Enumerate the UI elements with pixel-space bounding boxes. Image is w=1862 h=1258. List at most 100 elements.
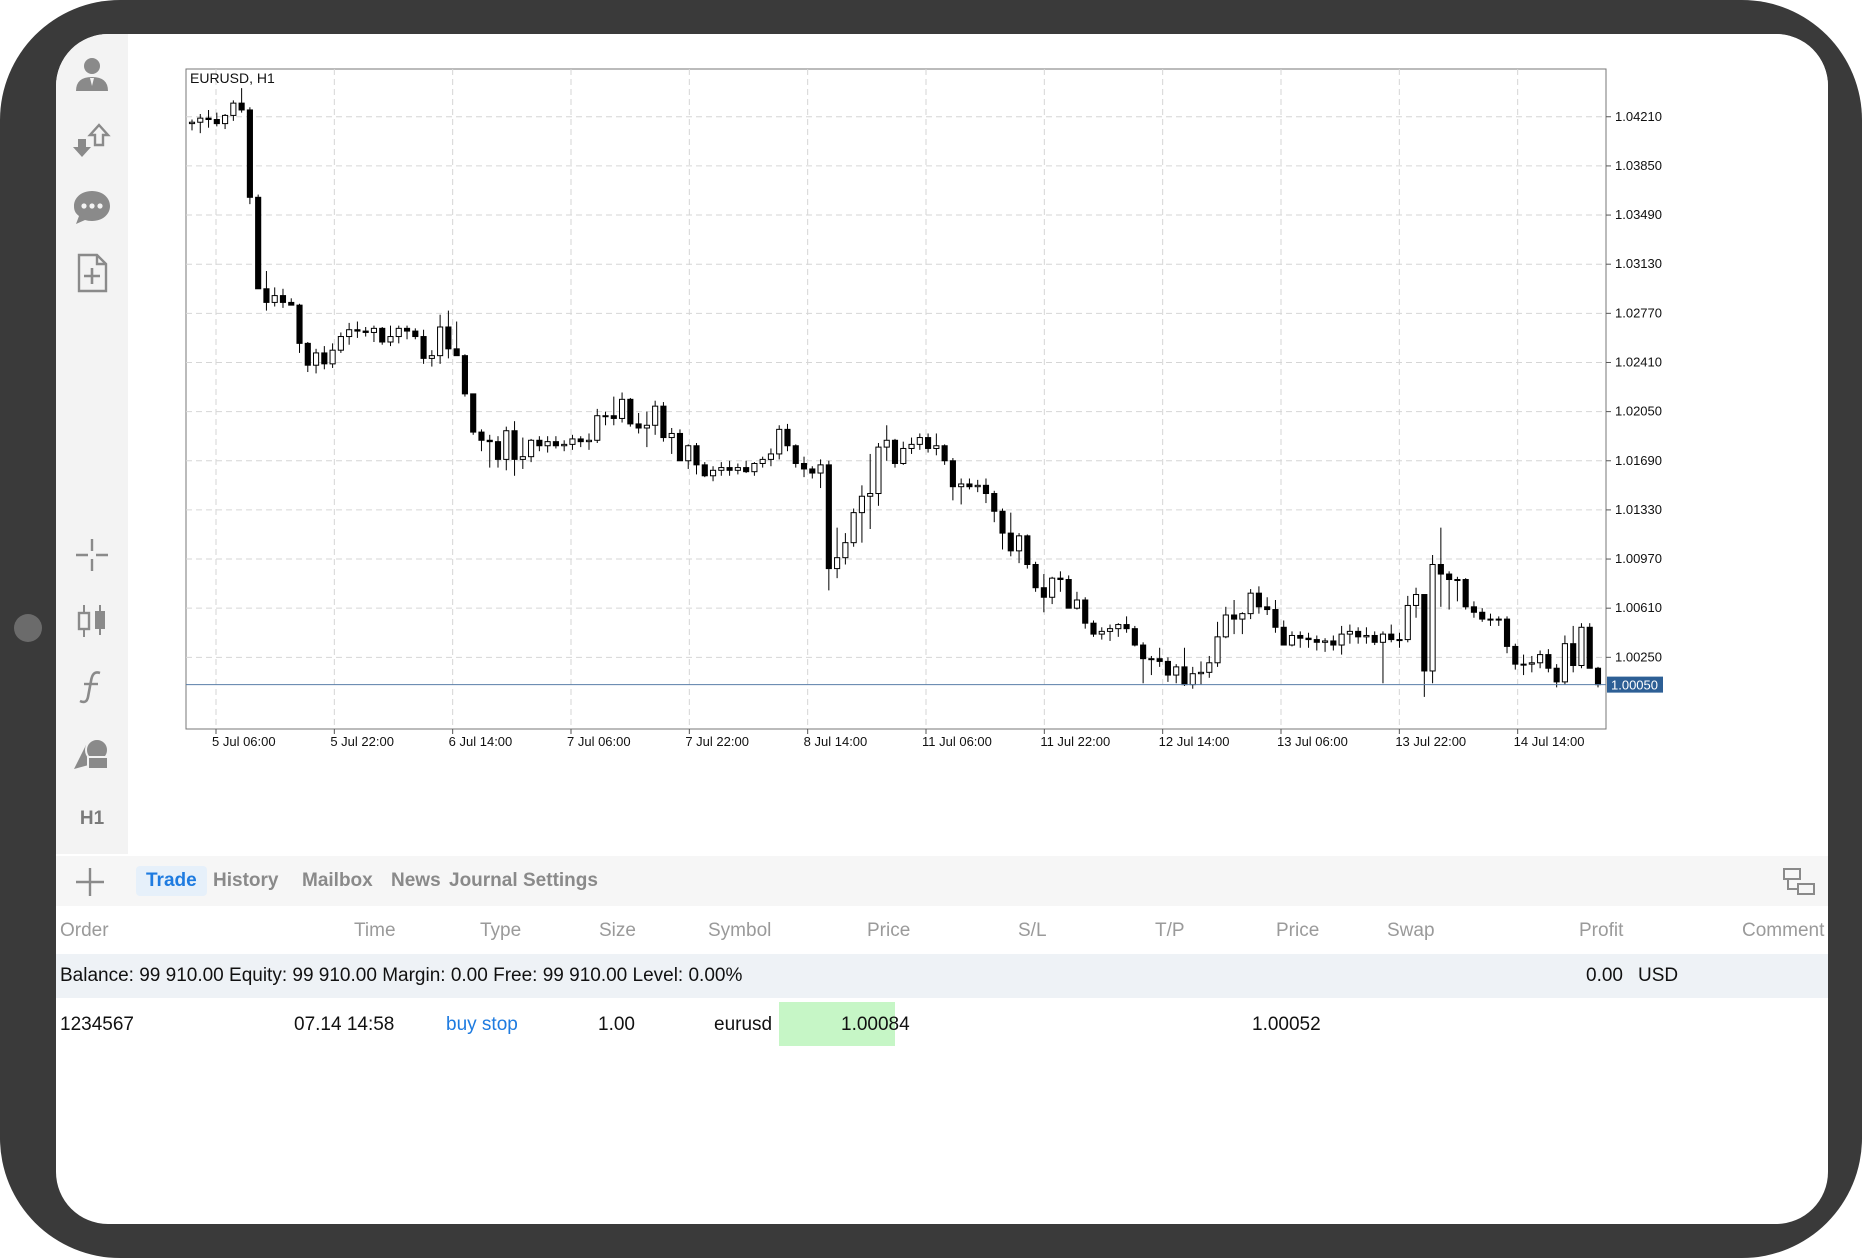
candle-body	[1586, 626, 1593, 669]
candle-body	[1123, 624, 1130, 630]
tab-settings[interactable]: Settings	[513, 866, 608, 896]
candle-body	[552, 441, 559, 447]
candle-body	[1470, 606, 1478, 613]
candle-body	[1222, 614, 1229, 638]
new-document-icon[interactable]	[64, 248, 120, 298]
col-size[interactable]: Size	[599, 920, 636, 942]
candle-body	[1206, 662, 1213, 673]
home-button[interactable]	[14, 614, 42, 642]
col-price[interactable]: Price	[867, 920, 910, 942]
x-axis-label: 11 Jul 06:00	[922, 734, 992, 749]
col-comment[interactable]: Comment	[1742, 920, 1824, 942]
function-icon[interactable]	[64, 662, 120, 712]
objects-icon[interactable]	[64, 728, 120, 778]
y-axis-label: 1.04210	[1615, 109, 1662, 124]
candle-body	[263, 288, 270, 303]
candle	[1462, 578, 1469, 610]
candle-body	[1437, 563, 1444, 575]
candle-body	[718, 467, 725, 471]
candle-body	[1156, 658, 1163, 662]
table-header: Order Time Type Size Symbol Price S/L T/…	[56, 912, 1828, 952]
candle-body	[966, 483, 973, 488]
candle-body	[1305, 637, 1312, 641]
candle-body	[1164, 660, 1171, 676]
y-axis-label: 1.03850	[1615, 158, 1662, 173]
col-type[interactable]: Type	[480, 920, 521, 942]
candle-body	[519, 456, 526, 460]
candle-body	[1288, 634, 1296, 646]
candle	[701, 462, 708, 478]
candle-body	[412, 330, 419, 338]
crosshair-icon[interactable]	[64, 530, 120, 580]
trade-arrows-icon[interactable]	[64, 116, 120, 166]
y-axis-label: 1.02770	[1615, 305, 1662, 320]
candle-body	[387, 336, 394, 343]
candle	[660, 402, 667, 442]
candle	[627, 397, 634, 427]
chart-frame	[185, 68, 1607, 730]
chat-icon[interactable]	[64, 182, 120, 232]
account-icon[interactable]	[64, 50, 120, 100]
y-axis-label: 1.00970	[1615, 551, 1662, 566]
candle-body	[321, 352, 328, 365]
table-row[interactable]: 1234567 07.14 14:58 buy stop 1.00 eurusd…	[56, 1002, 1828, 1046]
candle-body	[676, 432, 684, 462]
order-price: 1.00084	[841, 1014, 910, 1035]
chart-title: EURUSD, H1	[190, 70, 275, 86]
candle-body	[420, 336, 427, 359]
candle-body	[304, 342, 311, 366]
col-order[interactable]: Order	[60, 920, 109, 942]
candle-body	[1388, 633, 1395, 641]
candles-icon[interactable]	[64, 596, 120, 646]
candle-body	[594, 415, 601, 441]
col-swap[interactable]: Swap	[1387, 920, 1435, 942]
y-axis-label: 1.02050	[1615, 404, 1662, 419]
candle-body	[1115, 624, 1122, 630]
candle-body	[1371, 634, 1378, 643]
tab-mailbox[interactable]: Mailbox	[292, 866, 383, 896]
col-current-price[interactable]: Price	[1276, 920, 1319, 942]
order-id: 1234567	[60, 1014, 134, 1035]
col-time[interactable]: Time	[354, 920, 396, 942]
candle-body	[222, 114, 229, 125]
x-axis-label: 13 Jul 22:00	[1395, 734, 1466, 749]
add-icon[interactable]	[72, 864, 108, 900]
y-axis-label: 1.03130	[1615, 256, 1662, 271]
tab-trade[interactable]: Trade	[136, 866, 207, 896]
candle-body	[213, 119, 220, 125]
candle-body	[577, 438, 584, 443]
col-tp[interactable]: T/P	[1155, 920, 1185, 942]
candle	[1065, 575, 1072, 609]
timeframe-button[interactable]: H1	[64, 794, 120, 844]
candle-body	[792, 445, 799, 464]
candle-body	[1503, 618, 1511, 647]
chart-canvas[interactable]: 1.04210 1.03850 1.03490 1.03130 1.02770 1.024…	[128, 34, 1828, 854]
candle-body	[1024, 535, 1031, 565]
candle-body	[354, 329, 361, 332]
candle-body	[346, 329, 353, 338]
candle-body	[850, 512, 857, 544]
candle-body	[726, 467, 733, 471]
candle-body	[511, 430, 518, 460]
candle-body	[1057, 577, 1064, 581]
candle-body	[255, 196, 262, 290]
col-sl[interactable]: S/L	[1018, 920, 1047, 942]
candle-body	[825, 464, 832, 570]
col-profit[interactable]: Profit	[1579, 920, 1623, 942]
candle-body	[1197, 671, 1205, 675]
candle-body	[329, 349, 336, 365]
candle-body	[1421, 594, 1428, 672]
x-axis-label: 5 Jul 22:00	[330, 734, 394, 749]
col-symbol[interactable]: Symbol	[708, 920, 771, 942]
candle-body	[701, 464, 708, 477]
tab-history[interactable]: History	[203, 866, 288, 896]
candle	[470, 393, 477, 435]
price-chart[interactable]: 1.04210 1.03850 1.03490 1.03130 1.02770 1.024…	[128, 34, 1828, 854]
candle-body	[370, 327, 378, 333]
x-axis-label: 12 Jul 14:00	[1159, 734, 1230, 749]
candle-body	[908, 443, 915, 449]
candle-body	[1322, 640, 1329, 643]
candle-body	[1479, 611, 1486, 620]
order-type[interactable]: buy stop	[446, 1014, 518, 1036]
layout-icon[interactable]	[1782, 866, 1816, 898]
